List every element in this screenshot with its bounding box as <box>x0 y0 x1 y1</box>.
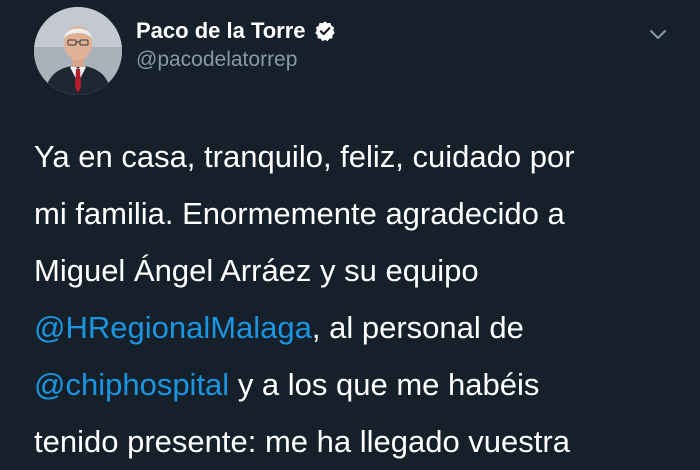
mention-link-hregionalmalaga[interactable]: @HRegionalMalaga <box>34 310 312 345</box>
tweet-text: Ya en casa, tranquilo, feliz, cuidado po… <box>34 128 674 470</box>
avatar-photo <box>34 7 122 95</box>
tweet-line: Ya en casa, tranquilo, feliz, cuidado po… <box>34 139 575 174</box>
tweet-line-text: , al personal de <box>311 310 524 345</box>
tweet-card: Paco de la Torre @pacodelatorrep Ya en c… <box>0 0 700 459</box>
tweet-line: @HRegionalMalaga, al personal de <box>34 299 674 356</box>
avatar[interactable] <box>34 7 122 95</box>
tweet-line: Miguel Ángel Arráez y su equipo <box>34 253 479 288</box>
mention-link-chiphospital[interactable]: @chiphospital <box>34 367 229 402</box>
author-handle[interactable]: @pacodelatorrep <box>136 48 297 72</box>
verified-badge-icon <box>314 20 336 42</box>
tweet-line: @chiphospital y a los que me habéis <box>34 356 674 413</box>
chevron-down-icon[interactable] <box>646 22 670 46</box>
tweet-line-text: y a los que me habéis <box>229 367 540 402</box>
author-name-row[interactable]: Paco de la Torre <box>136 14 336 48</box>
tweet-line: mi familia. Enormemente agradecido a <box>34 196 565 231</box>
author-display-name[interactable]: Paco de la Torre <box>136 18 306 44</box>
tweet-line: tenido presente: me ha llegado vuestra <box>34 424 570 459</box>
